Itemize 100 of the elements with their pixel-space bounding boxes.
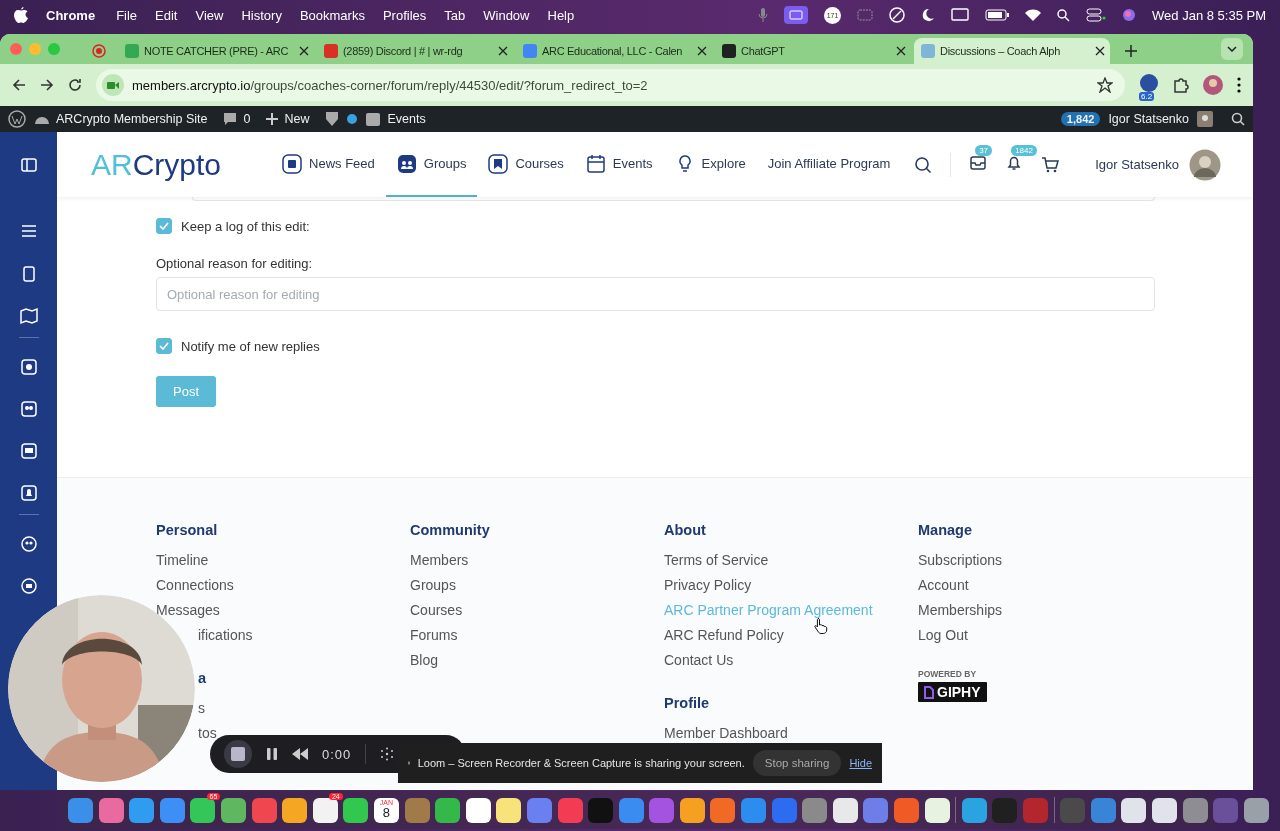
map-icon[interactable]: [19, 307, 38, 325]
nav-link[interactable]: Join Affiliate Program: [756, 132, 902, 197]
puzzle-icon[interactable]: [1173, 77, 1189, 93]
menu-item[interactable]: Edit: [155, 7, 178, 23]
footer-link[interactable]: Terms of Service: [664, 552, 769, 568]
new-link[interactable]: New: [284, 112, 310, 126]
camera-icon[interactable]: [107, 80, 119, 90]
stop-sharing-button[interactable]: Stop sharing: [752, 750, 842, 776]
footer-link[interactable]: Connections: [156, 577, 234, 593]
back-icon[interactable]: [12, 78, 26, 92]
clock[interactable]: Wed Jan 8 5:35 PM: [1152, 7, 1266, 23]
menu-item[interactable]: View: [195, 7, 224, 23]
user-link[interactable]: Igor Statsenko: [1108, 112, 1189, 126]
moon-icon[interactable]: [921, 8, 936, 22]
comment-count[interactable]: 0: [243, 112, 251, 126]
close-icon[interactable]: [697, 46, 707, 56]
plus-icon[interactable]: [1125, 45, 1137, 57]
footer-link[interactable]: Blog: [410, 652, 439, 668]
checkbox-label[interactable]: Keep a log of this edit:: [181, 218, 310, 234]
footer-link[interactable]: Messages: [156, 602, 220, 618]
app-icon[interactable]: [465, 797, 491, 823]
nav-link[interactable]: Explore: [663, 132, 757, 197]
footer-link[interactable]: Groups: [410, 577, 456, 593]
menu-icon[interactable]: [19, 222, 38, 240]
app-menu[interactable]: Chrome: [46, 7, 96, 23]
control-center-icon[interactable]: [1086, 8, 1107, 22]
reload-icon[interactable]: [68, 78, 82, 92]
close-icon[interactable]: [1095, 46, 1105, 56]
checkbox[interactable]: [156, 338, 172, 354]
nav-link[interactable]: Courses: [477, 132, 575, 197]
app-icon[interactable]: [496, 797, 522, 823]
browser-tab[interactable]: ARC Educational, LLC - Calen: [516, 38, 712, 64]
hide-link[interactable]: Hide: [849, 757, 872, 769]
nav-link[interactable]: News Feed: [271, 132, 386, 197]
app-icon[interactable]: [1121, 797, 1147, 823]
search-icon[interactable]: [914, 155, 933, 174]
checkbox[interactable]: [156, 218, 172, 234]
app-icon[interactable]: [679, 797, 705, 823]
avatar-icon[interactable]: [1197, 111, 1213, 127]
stop-icon[interactable]: [224, 740, 252, 768]
nav-link[interactable]: Groups: [385, 132, 478, 197]
wordpress-icon[interactable]: [8, 110, 26, 128]
footer-link[interactable]: ifications: [198, 627, 253, 643]
browser-tab[interactable]: ChatGPT: [715, 38, 911, 64]
close-icon[interactable]: [896, 46, 906, 56]
footer-link[interactable]: Subscriptions: [918, 552, 1003, 568]
app-icon[interactable]: [832, 797, 858, 823]
browser-tab[interactable]: Discussions – Coach Alph: [914, 38, 1110, 64]
site-logo[interactable]: ARCrypto: [91, 147, 222, 182]
menu-item[interactable]: Profiles: [382, 7, 427, 23]
tab-list-button[interactable]: [1221, 38, 1243, 60]
inbox-icon[interactable]: [969, 154, 988, 172]
footer-link[interactable]: Courses: [410, 602, 463, 618]
record-icon[interactable]: [92, 44, 106, 58]
search-icon[interactable]: [1057, 8, 1071, 22]
search-icon[interactable]: [1231, 112, 1245, 126]
reason-field[interactable]: Optional reason for editing: [156, 277, 1155, 311]
footer-link[interactable]: Privacy Policy: [664, 577, 752, 593]
site-name-link[interactable]: ARCrypto Membership Site: [56, 112, 208, 126]
app-icon[interactable]: [220, 797, 246, 823]
footer-link[interactable]: Timeline: [156, 552, 209, 568]
wifi-icon[interactable]: [1025, 9, 1042, 21]
app-icon[interactable]: [1151, 797, 1177, 823]
user-name[interactable]: Igor Statsenko: [1095, 157, 1179, 172]
battery-icon[interactable]: [985, 9, 1010, 21]
siri-icon[interactable]: [1122, 8, 1137, 22]
events-link[interactable]: Events: [387, 112, 426, 126]
close-icon[interactable]: [299, 46, 309, 56]
app-icon[interactable]: [343, 797, 369, 823]
menu-icon[interactable]: [1237, 77, 1241, 93]
footer-link[interactable]: Log Out: [918, 627, 968, 643]
footer-link[interactable]: Account: [918, 577, 969, 593]
close-icon[interactable]: [498, 46, 508, 56]
footer-link[interactable]: Member Dashboard: [664, 725, 788, 741]
forward-icon[interactable]: [40, 78, 54, 92]
avatar-icon[interactable]: [1203, 75, 1223, 95]
star-icon[interactable]: [1097, 77, 1113, 93]
browser-tab[interactable]: NOTE CATCHER (PRE) - ARC: [118, 38, 314, 64]
app-icon[interactable]: [312, 797, 338, 823]
menu-item[interactable]: Window: [483, 7, 530, 23]
footer-link[interactable]: Contact Us: [664, 652, 734, 668]
panel-toggle-icon[interactable]: [19, 156, 38, 174]
nav-link[interactable]: Events: [574, 132, 664, 197]
browser-tab[interactable]: (2859) Discord | # | wr-rdg: [317, 38, 513, 64]
app-icon[interactable]: [924, 797, 950, 823]
rewind-icon[interactable]: [292, 748, 308, 760]
avatar-icon[interactable]: [1189, 148, 1221, 181]
display-icon[interactable]: [951, 8, 970, 22]
footer-link[interactable]: Memberships: [918, 602, 1003, 618]
footer-link[interactable]: Members: [410, 552, 469, 568]
app-icon[interactable]: [282, 797, 308, 823]
footer-link[interactable]: Forums: [410, 627, 458, 643]
menu-item[interactable]: Help: [547, 7, 575, 23]
footer-link[interactable]: ARC Refund Policy: [664, 627, 784, 643]
footer-link[interactable]: tos: [198, 725, 217, 741]
menu-item[interactable]: File: [116, 7, 138, 23]
menu-item[interactable]: Tab: [444, 7, 466, 23]
screen-share-icon[interactable]: [784, 6, 809, 24]
app-icon[interactable]: [190, 797, 216, 823]
address-bar[interactable]: members.arcrypto.io/groups/coaches-corner/forum/reply/44530/edit/?forum_redirect_to=2: [96, 69, 1125, 101]
